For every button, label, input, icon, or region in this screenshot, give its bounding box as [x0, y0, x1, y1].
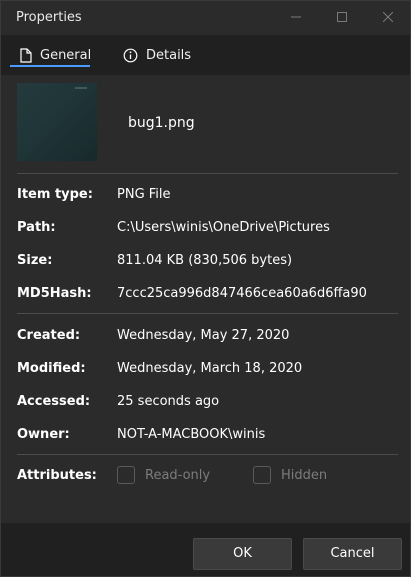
- read-only-checkbox[interactable]: [117, 466, 135, 484]
- ok-button[interactable]: OK: [193, 538, 292, 570]
- attributes-label: Attributes:: [17, 468, 97, 483]
- tab-general-label: General: [40, 47, 92, 63]
- tab-general[interactable]: General: [20, 35, 91, 75]
- path-label: Path:: [17, 220, 56, 235]
- divider: [17, 173, 398, 174]
- read-only-label: Read-only: [145, 468, 211, 483]
- close-button[interactable]: [377, 7, 399, 29]
- info-icon: [123, 48, 138, 62]
- document-icon: [20, 47, 32, 63]
- owner-label: Owner:: [17, 427, 70, 442]
- modified-label: Modified:: [17, 361, 86, 376]
- minimize-button[interactable]: [285, 7, 307, 29]
- divider: [17, 313, 398, 314]
- title-bar[interactable]: Properties: [1, 1, 410, 35]
- owner-value: NOT-A-MACBOOK\winis: [117, 427, 266, 442]
- size-value: 811.04 KB (830,506 bytes): [117, 253, 293, 268]
- created-label: Created:: [17, 328, 81, 343]
- tab-details[interactable]: Details: [123, 35, 191, 75]
- maximize-icon: [337, 12, 347, 22]
- active-tab-indicator: [10, 65, 90, 67]
- file-name: bug1.png: [128, 115, 195, 131]
- close-icon: [382, 11, 394, 23]
- item-type-value: PNG File: [117, 187, 171, 202]
- size-label: Size:: [17, 253, 53, 268]
- md5-label: MD5Hash:: [17, 286, 92, 301]
- hidden-label: Hidden: [281, 468, 328, 483]
- modified-value: Wednesday, March 18, 2020: [117, 361, 303, 376]
- properties-window: Properties General Details bug1.png Item…: [0, 0, 411, 577]
- maximize-button[interactable]: [331, 7, 353, 29]
- created-value: Wednesday, May 27, 2020: [117, 328, 290, 343]
- hidden-checkbox[interactable]: [253, 466, 271, 484]
- accessed-label: Accessed:: [17, 394, 91, 409]
- tab-bar: General Details: [1, 35, 410, 75]
- divider: [17, 454, 398, 455]
- md5-value: 7ccc25ca996d847466cea60a6d6ffa90: [117, 286, 367, 301]
- cancel-button[interactable]: Cancel: [303, 538, 402, 570]
- path-value: C:\Users\winis\OneDrive\Pictures: [117, 220, 330, 235]
- item-type-label: Item type:: [17, 187, 93, 202]
- dialog-footer: OK Cancel: [1, 523, 410, 576]
- file-thumbnail: [17, 83, 97, 161]
- accessed-value: 25 seconds ago: [117, 394, 220, 409]
- window-title: Properties: [16, 10, 82, 25]
- minimize-icon: [291, 16, 301, 18]
- tab-details-label: Details: [146, 47, 192, 63]
